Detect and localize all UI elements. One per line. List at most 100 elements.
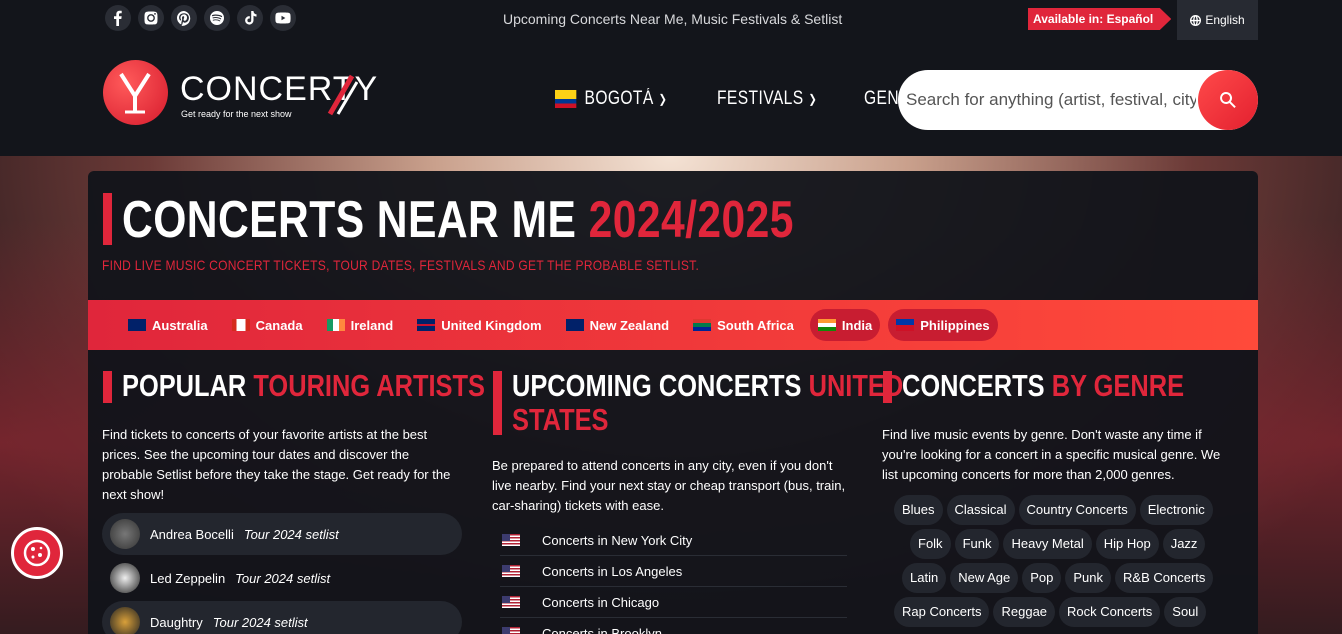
instagram-icon[interactable]	[138, 5, 164, 31]
search-icon	[1220, 92, 1236, 108]
artists-section: POPULAR TOURING ARTISTS	[122, 368, 485, 403]
nav-festivals[interactable]: FESTIVALS ❯	[717, 88, 817, 110]
search-button[interactable]	[1198, 70, 1258, 130]
concerty-logo-icon[interactable]	[103, 60, 168, 125]
site-tagline: Upcoming Concerts Near Me, Music Festiva…	[503, 11, 843, 27]
genre-tag[interactable]: Heavy Metal	[1003, 529, 1092, 559]
uk-flag-icon	[417, 319, 436, 331]
genre-tag[interactable]: Latin	[902, 563, 947, 593]
cookie-settings-button[interactable]	[11, 527, 63, 579]
facebook-icon[interactable]	[105, 5, 131, 31]
city-link[interactable]: Concerts in Brooklyn	[500, 618, 847, 634]
upcoming-section: UPCOMING CONCERTS UNITED STATES	[512, 368, 903, 437]
upcoming-title-white: UPCOMING CONCERTS	[512, 368, 802, 403]
country-label: South Africa	[717, 317, 794, 333]
country-label: India	[841, 317, 873, 333]
country-label: United Kingdom	[441, 317, 542, 333]
country-india[interactable]: India	[809, 309, 881, 341]
genre-tag[interactable]: R&B Concerts	[1115, 563, 1214, 593]
canada-flag-icon	[231, 319, 250, 331]
nav-city-bogota[interactable]: BOGOTÁ ❯	[555, 88, 667, 110]
section-accent-bar	[103, 371, 112, 403]
search-input[interactable]	[906, 70, 1196, 130]
us-flag-icon	[502, 534, 520, 546]
country-united-kingdom[interactable]: United Kingdom	[409, 309, 549, 341]
spotify-icon[interactable]	[204, 5, 230, 31]
new-zealand-flag-icon	[565, 319, 584, 331]
language-selector[interactable]: English	[1177, 0, 1258, 40]
artists-section-description: Find tickets to concerts of your favorit…	[102, 427, 451, 502]
social-links	[105, 5, 296, 31]
page-subtitle: FIND LIVE MUSIC CONCERT TICKETS, TOUR DA…	[102, 257, 700, 273]
colombia-flag-icon	[555, 90, 577, 108]
country-ireland[interactable]: Ireland	[319, 309, 402, 341]
genre-tag[interactable]: Reggae	[993, 597, 1056, 627]
artist-tour: Tour 2024 setlist	[243, 526, 339, 542]
title-accent-bar	[103, 193, 112, 245]
chevron-down-icon: ❯	[808, 92, 817, 106]
upcoming-title-red: STATES	[512, 402, 609, 437]
city-link[interactable]: Concerts in New York City	[500, 525, 847, 556]
country-label: Canada	[255, 317, 303, 333]
genre-tag[interactable]: Jazz	[1162, 529, 1206, 559]
artist-name: Daughtry	[150, 614, 203, 630]
main-content-card: CONCERTS NEAR ME 2024/2025 FIND LIVE MUS…	[88, 171, 1258, 634]
artist-item[interactable]: Andrea Bocelli Tour 2024 setlist	[102, 513, 462, 555]
artists-section-title: POPULAR TOURING ARTISTS	[122, 368, 485, 403]
india-flag-icon	[817, 319, 836, 331]
country-south-africa[interactable]: South Africa	[685, 309, 802, 341]
country-label: New Zealand	[589, 317, 670, 333]
logo-tagline: Get ready for the next show	[181, 109, 292, 119]
south-africa-flag-icon	[693, 319, 712, 331]
artist-item[interactable]: Daughtry Tour 2024 setlist	[102, 601, 462, 634]
page-title: CONCERTS NEAR ME 2024/2025	[122, 190, 794, 250]
genre-tag[interactable]: Folk	[910, 529, 951, 559]
genre-tag[interactable]: Country Concerts	[1018, 495, 1136, 525]
philippines-flag-icon	[896, 319, 915, 331]
available-in-spanish-link[interactable]: Available in: Español	[1028, 8, 1172, 30]
genre-tag[interactable]: Punk	[1065, 563, 1112, 593]
genre-tag[interactable]: Electronic	[1139, 495, 1213, 525]
genre-tag[interactable]: Rap Concerts	[894, 597, 990, 627]
tiktok-icon[interactable]	[237, 5, 263, 31]
genre-list: Blues Classical Country Concerts Electro…	[894, 495, 1239, 627]
artist-item[interactable]: Led Zeppelin Tour 2024 setlist	[102, 557, 462, 599]
artists-title-white: POPULAR	[122, 368, 247, 403]
upcoming-section-description: Be prepared to attend concerts in any ci…	[492, 458, 846, 513]
genre-section-title: CONCERTS BY GENRE	[902, 369, 1185, 403]
city-label: Concerts in Chicago	[542, 594, 660, 610]
country-new-zealand[interactable]: New Zealand	[558, 309, 677, 341]
country-australia[interactable]: Australia	[120, 309, 216, 341]
youtube-icon[interactable]	[270, 5, 296, 31]
genre-tag[interactable]: Hip Hop	[1095, 529, 1159, 559]
genre-tag[interactable]: New Age	[950, 563, 1019, 593]
genre-tag[interactable]: Blues	[894, 495, 943, 525]
city-link[interactable]: Concerts in Los Angeles	[500, 556, 847, 587]
top-bar: Upcoming Concerts Near Me, Music Festiva…	[0, 0, 1342, 40]
page-title-white: CONCERTS NEAR ME	[122, 191, 577, 249]
logo-slash-icon	[327, 74, 358, 116]
country-canada[interactable]: Canada	[224, 309, 311, 341]
nav-festivals-label: FESTIVALS	[716, 88, 804, 109]
artist-name: Andrea Bocelli	[150, 526, 234, 542]
main-header: CONCERTY Get ready for the next show BOG…	[0, 40, 1342, 156]
country-label: Philippines	[920, 317, 990, 333]
nav-city-label: BOGOTÁ	[584, 88, 654, 109]
page-title-year: 2024/2025	[588, 191, 794, 249]
city-label: Concerts in New York City	[542, 532, 693, 548]
genre-tag[interactable]: Soul	[1164, 597, 1207, 627]
country-label: Australia	[152, 317, 208, 333]
pinterest-icon[interactable]	[171, 5, 197, 31]
us-flag-icon	[502, 596, 520, 608]
us-flag-icon	[502, 565, 520, 577]
ireland-flag-icon	[326, 319, 345, 331]
artist-name: Led Zeppelin	[150, 570, 226, 586]
city-link[interactable]: Concerts in Chicago	[500, 587, 847, 618]
genre-tag[interactable]: Rock Concerts	[1059, 597, 1161, 627]
country-philippines[interactable]: Philippines	[888, 309, 998, 341]
genre-section: CONCERTS BY GENRE	[902, 369, 1247, 403]
genre-tag[interactable]: Funk	[954, 529, 1000, 559]
genre-tag[interactable]: Pop	[1022, 563, 1062, 593]
genre-tag[interactable]: Classical	[946, 495, 1015, 525]
city-label: Concerts in Brooklyn	[542, 625, 662, 634]
